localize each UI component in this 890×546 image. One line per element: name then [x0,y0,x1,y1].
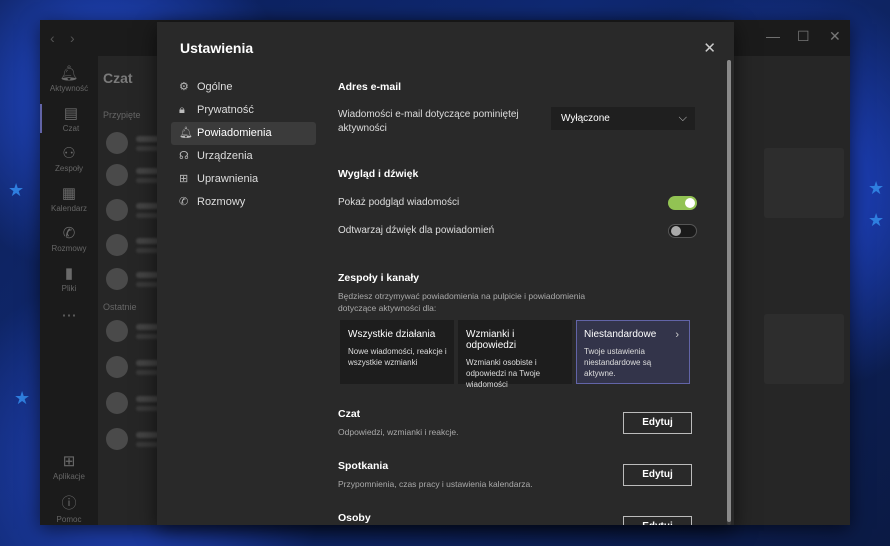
chat-heading: Czat [338,408,361,420]
calendar-icon: ▦ [61,185,77,202]
message-preview-label: Pokaż podgląd wiadomości [338,197,460,208]
card-title: Wzmianki i odpowiedzi [466,329,517,351]
permissions-icon: ⊞ [179,173,189,185]
rail-chat[interactable]: ▤ Czat [40,104,100,133]
email-heading: Adres e-mail [338,81,402,93]
teams-icon: ⚇ [62,145,76,162]
card-description: Twoje ustawienia niestandardowe są aktyw… [584,347,652,378]
nav-item-devices[interactable]: ☊ Urządzenia [171,145,316,168]
missed-activity-email-label: Wiadomości e-mail dotyczące pominiętej a… [338,109,519,134]
settings-nav: ⚙ Ogólne 🔒︎ Prywatność 🔔︎ Powiadomienia … [171,76,316,214]
app-rail: 🔔︎ Aktywność ▤ Czat ⚇ Zespoły ▦ Kalendar… [40,56,98,525]
star-decoration: ★ [14,388,31,408]
nav-item-label: Rozmowy [197,196,246,208]
option-mentions-replies[interactable]: Wzmianki i odpowiedzi Wzmianki osobiste … [458,320,572,389]
star-decoration: ★ [868,210,885,230]
help-icon: ⓘ [61,495,77,512]
settings-content: Adres e-mail Wiadomości e-mail dotyczące… [338,22,710,525]
conversation-pane [720,56,850,525]
nav-item-label: Prywatność [197,104,254,116]
more-apps-icon[interactable]: ⋯ [40,306,98,326]
message-card [764,314,844,384]
meetings-description: Przypomnienia, czas pracy i ustawienia k… [338,479,533,489]
people-edit-button[interactable]: Edytuj [623,516,692,525]
rail-teams-label: Zespoły [54,164,83,173]
notification-sound-toggle[interactable] [668,224,697,238]
chat-edit-button[interactable]: Edytuj [623,412,692,434]
meetings-edit-button[interactable]: Edytuj [623,464,692,486]
maximize-icon[interactable]: ☐ [797,28,810,45]
rail-calendar[interactable]: ▦ Kalendarz [40,184,98,213]
rail-apps-label: Aplikacje [52,472,85,481]
dropdown-value: Wyłączone [561,113,610,124]
chat-icon: ▤ [63,105,79,122]
phone-icon: ✆ [179,196,189,208]
nav-item-label: Ogólne [197,81,233,93]
option-custom[interactable]: Niestandardowe Twoje ustawienia niestand… [576,320,690,384]
lock-icon: 🔒︎ [179,104,185,116]
rail-calls-label: Rozmowy [51,244,87,253]
minimize-icon[interactable]: — [766,28,780,44]
file-icon: ▮ [64,265,74,282]
bell-icon: 🔔︎ [179,127,193,139]
back-arrow-icon[interactable]: ‹ [50,30,55,46]
rail-files[interactable]: ▮ Pliki [40,264,98,293]
rail-apps[interactable]: ⊞ Aplikacje [40,452,98,481]
rail-teams[interactable]: ⚇ Zespoły [40,144,98,173]
nav-item-permissions[interactable]: ⊞ Uprawnienia [171,168,316,191]
nav-item-calls[interactable]: ✆ Rozmowy [171,191,316,214]
card-description: Wzmianki osobiste i odpowiedzi na Twoje … [466,358,541,389]
headset-icon: ☊ [179,150,189,162]
rail-calendar-label: Kalendarz [50,204,88,213]
chevron-down-icon: ⌵ [678,112,687,124]
apps-icon: ⊞ [62,453,76,470]
option-all-activity[interactable]: Wszystkie działania Nowe wiadomości, rea… [340,320,454,384]
star-decoration: ★ [868,178,885,198]
rail-help[interactable]: ⓘ Pomoc [40,492,98,524]
forward-arrow-icon[interactable]: › [70,30,75,46]
gear-icon: ⚙ [179,81,189,93]
teams-channels-description: Będziesz otrzymywać powiadomienia na pul… [338,291,586,313]
rail-calls[interactable]: ✆ Rozmowy [40,224,98,253]
people-heading: Osoby [338,512,371,524]
notification-sound-label: Odtwarzaj dźwięk dla powiadomień [338,225,495,236]
phone-icon: ✆ [62,225,76,242]
rail-files-label: Pliki [61,284,77,293]
rail-activity-label: Aktywność [49,84,89,93]
nav-item-label: Powiadomienia [197,127,272,139]
missed-activity-email-dropdown[interactable]: Wyłączone ⌵ [551,107,695,130]
star-decoration: ★ [8,180,25,200]
meetings-heading: Spotkania [338,460,389,472]
rail-chat-label: Czat [62,124,80,133]
bell-icon: 🔔︎ [59,65,79,82]
appearance-heading: Wygląd i dźwięk [338,168,419,180]
scroll-thumb[interactable] [727,60,731,522]
chevron-right-icon: › [675,329,679,341]
rail-activity[interactable]: 🔔︎ Aktywność [40,64,98,93]
chat-list-title: Czat [103,70,133,86]
pinned-section-label: Przypięte [103,110,141,120]
message-preview-toggle[interactable] [668,196,697,210]
message-card [764,148,844,218]
card-title: Wszystkie działania [348,329,436,340]
nav-item-privacy[interactable]: 🔒︎ Prywatność [171,99,316,122]
nav-item-notifications[interactable]: 🔔︎ Powiadomienia [171,122,316,145]
dialog-title: Ustawienia [180,40,254,56]
nav-item-label: Urządzenia [197,150,253,162]
nav-item-label: Uprawnienia [197,173,259,185]
card-title: Niestandardowe [584,329,657,340]
teams-channels-heading: Zespoły i kanały [338,272,420,284]
rail-help-label: Pomoc [56,515,82,524]
card-description: Nowe wiadomości, reakcje i wszystkie wzm… [348,347,447,367]
chat-description: Odpowiedzi, wzmianki i reakcje. [338,427,459,437]
nav-item-general[interactable]: ⚙ Ogólne [171,76,316,99]
recent-section-label: Ostatnie [103,302,137,312]
window-close-icon[interactable]: ✕ [829,28,841,45]
settings-dialog: Ustawienia ✕ ⚙ Ogólne 🔒︎ Prywatność 🔔︎ P… [157,22,734,525]
scrollbar[interactable] [727,60,731,525]
